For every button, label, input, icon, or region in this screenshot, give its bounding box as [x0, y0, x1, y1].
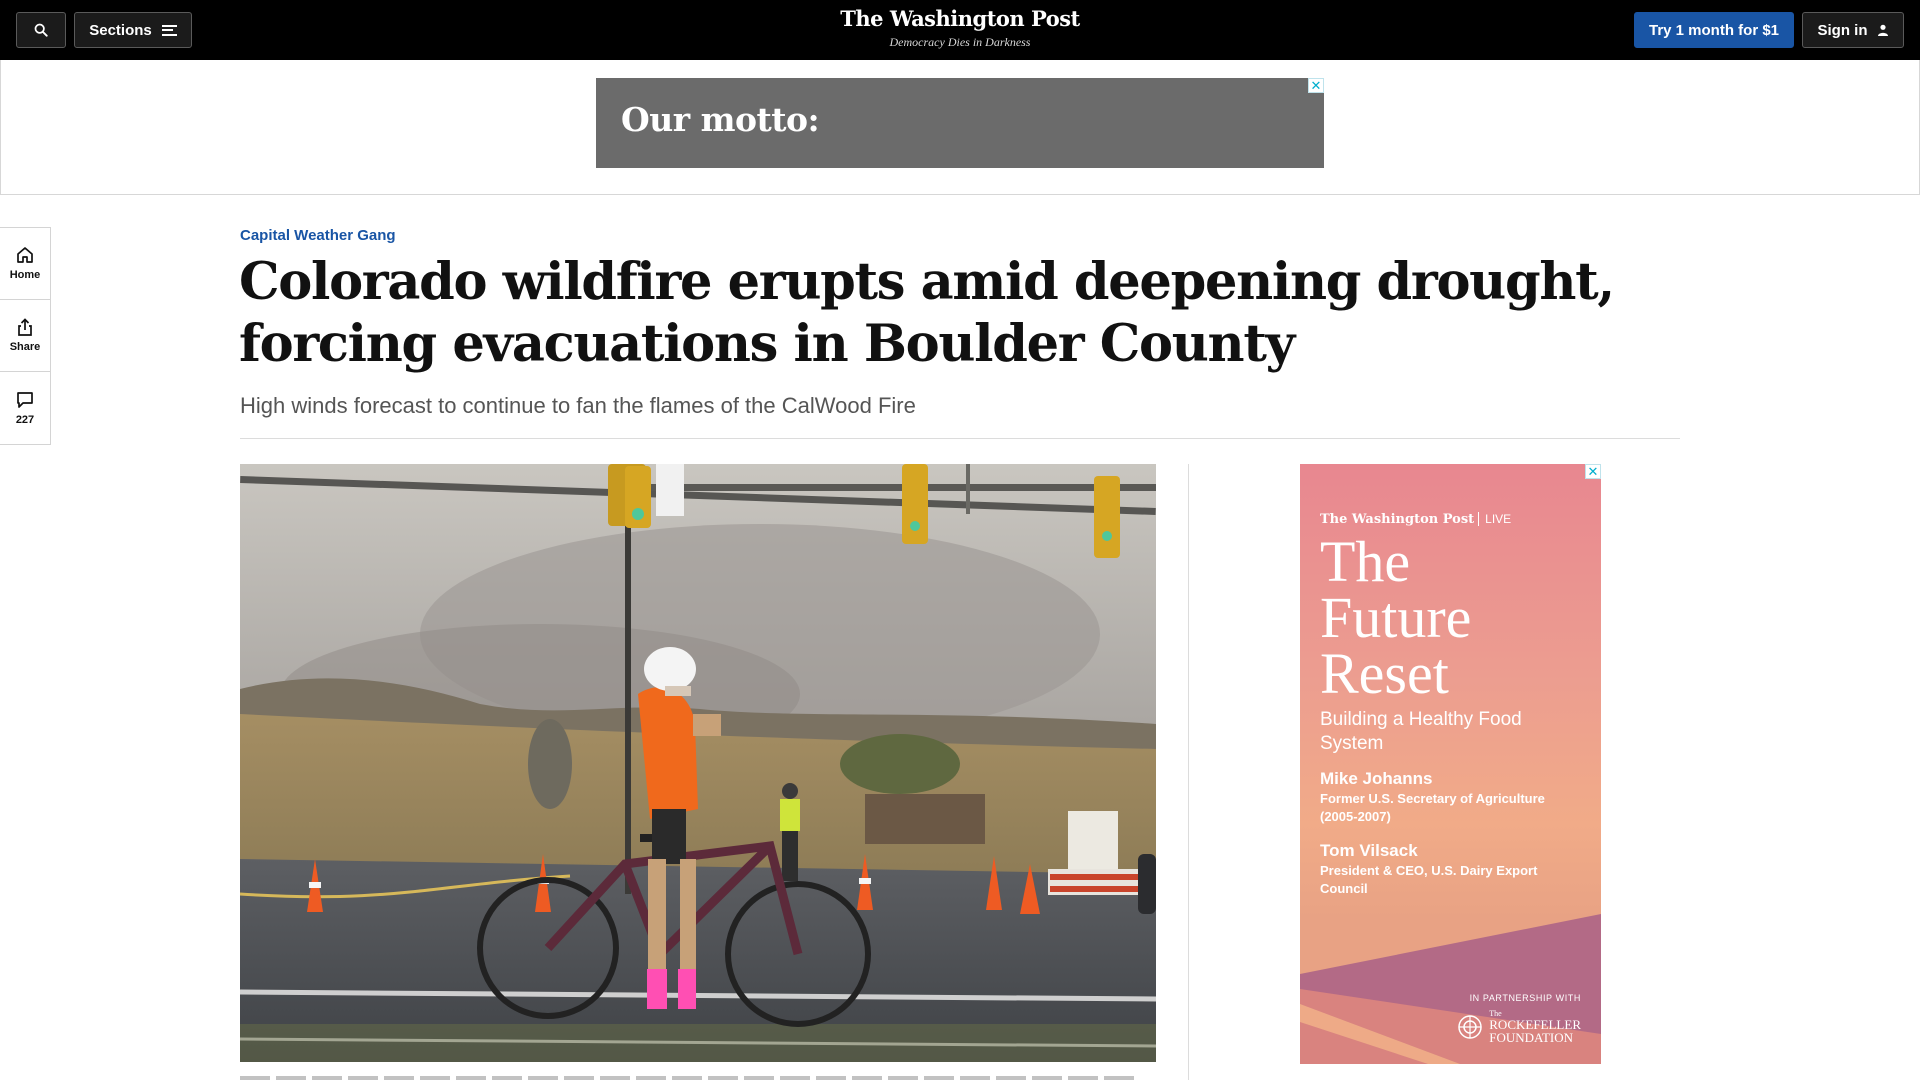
sign-in-label: Sign in — [1817, 21, 1868, 39]
comments-button[interactable]: 227 — [0, 372, 50, 444]
hamburger-icon — [161, 24, 177, 36]
ad-title-line: The — [1320, 529, 1411, 594]
top-navigation-bar: Sections The Washington Post Democracy D… — [0, 0, 1920, 60]
home-label: Home — [9, 269, 41, 281]
ad-speaker-role: Former U.S. Secretary of Agriculture (20… — [1320, 791, 1545, 824]
ad-banner-text: Our motto: — [621, 100, 820, 139]
share-label: Share — [9, 341, 41, 353]
ad-title: The Future Reset — [1320, 529, 1590, 706]
site-logo[interactable]: The Washington Post Democracy Dies in Da… — [760, 6, 1160, 50]
ad-close-icon[interactable]: ✕ — [1585, 464, 1601, 479]
sections-menu-button[interactable]: Sections — [74, 12, 192, 48]
ad-title-line: Future — [1320, 585, 1472, 650]
ad-partner-logo: The ROCKEFELLER FOUNDATION — [1457, 1009, 1581, 1044]
ad-partner-name: The ROCKEFELLER FOUNDATION — [1489, 1009, 1581, 1044]
search-icon — [34, 23, 48, 37]
logo-wordmark: The Washington Post — [840, 6, 1080, 31]
sections-label: Sections — [89, 21, 152, 39]
photo-caption — [240, 1076, 1140, 1080]
ad-title-line: Reset — [1320, 641, 1449, 706]
sign-in-button[interactable]: Sign in — [1802, 12, 1904, 48]
ad-subtitle: Building a Healthy Food System — [1320, 709, 1522, 754]
ad-speaker-name: Tom Vilsack — [1320, 841, 1418, 860]
logo-tagline: Democracy Dies in Darkness — [889, 35, 1031, 49]
ad-banner[interactable]: Our motto: ✕ — [596, 78, 1324, 168]
article-subheadline: High winds forecast to continue to fan t… — [240, 393, 916, 418]
user-icon — [1877, 24, 1888, 36]
ad-partner-name-line: FOUNDATION — [1489, 1030, 1574, 1045]
ad-close-icon[interactable]: ✕ — [1308, 78, 1324, 93]
article-headline: Colorado wildfire erupts amid deepening … — [239, 252, 1615, 374]
section-kicker[interactable]: Capital Weather Gang — [240, 227, 396, 244]
rockefeller-globe-icon — [1458, 1014, 1483, 1039]
ad-speaker-name: Mike Johanns — [1320, 769, 1433, 788]
ad-brand: The Washington Post LIVE — [1320, 512, 1512, 527]
comments-count: 227 — [15, 413, 35, 426]
subscribe-button[interactable]: Try 1 month for $1 — [1634, 12, 1794, 48]
article-action-rail: Home Share 227 — [0, 227, 51, 445]
ad-brand-logo: The Washington Post — [1320, 512, 1475, 527]
home-button[interactable]: Home — [0, 228, 50, 300]
ad-speaker-role: President & CEO, U.S. Dairy Export Counc… — [1320, 863, 1538, 896]
share-button[interactable]: Share — [0, 300, 50, 372]
ad-sidebar[interactable]: ✕ The Washington Post LIVE The Future Res… — [1300, 464, 1601, 1064]
search-button[interactable] — [16, 12, 66, 48]
share-icon — [18, 318, 32, 336]
column-divider — [1188, 464, 1189, 1080]
lead-photo[interactable] — [240, 464, 1156, 1062]
header-divider — [240, 438, 1680, 439]
ad-partner-label: IN PARTNERSHIP WITH — [1469, 993, 1581, 1003]
comment-icon — [17, 391, 33, 408]
ad-brand-live: LIVE — [1478, 512, 1512, 526]
home-icon — [17, 247, 33, 263]
